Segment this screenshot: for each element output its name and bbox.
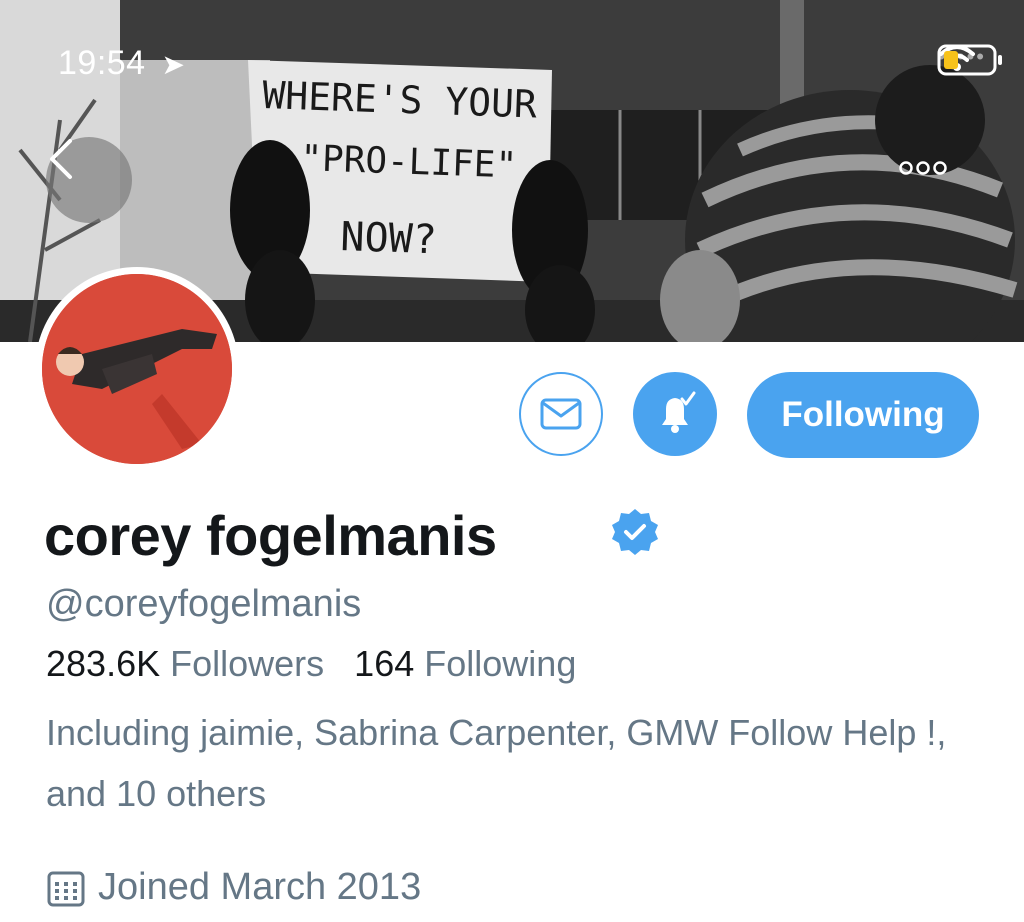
following-label: Following [424,643,577,684]
avatar-photo [42,274,232,464]
svg-text:NOW?: NOW? [340,214,438,263]
followed-by-text[interactable]: Including jaimie, Sabrina Carpenter, GMW… [46,702,986,824]
followers-count: 283.6K [46,643,161,684]
calendar-icon [47,871,85,906]
battery-icon [937,44,1003,76]
back-button[interactable] [46,137,132,223]
envelope-icon [540,398,582,430]
notifications-button[interactable] [633,372,717,456]
status-bar-right: ••••• [937,44,1003,76]
joined-date: Joined March 2013 [46,866,421,909]
follow-stats: 283.6K Followers 164 Following [46,643,576,685]
chevron-left-icon [50,139,72,179]
verified-badge-icon [612,509,658,555]
profile-name: corey fogelmanis [44,504,497,567]
message-button[interactable] [519,372,603,456]
followers-link[interactable]: 283.6K Followers [46,643,324,684]
following-button[interactable]: Following [747,372,979,458]
svg-text:"PRO-LIFE": "PRO-LIFE" [300,138,518,187]
profile-handle: @coreyfogelmanis [46,583,362,625]
more-options-button[interactable] [898,160,978,200]
following-count: 164 [354,643,415,684]
avatar[interactable] [35,267,239,471]
status-time: 19:54 ➤ [58,44,186,82]
more-dots-icon [899,161,947,175]
following-link[interactable]: 164 Following [354,643,576,684]
bell-check-icon [662,391,696,433]
location-arrow-icon: ➤ [161,49,186,80]
followers-label: Followers [170,643,325,684]
joined-label: Joined March 2013 [98,866,422,908]
